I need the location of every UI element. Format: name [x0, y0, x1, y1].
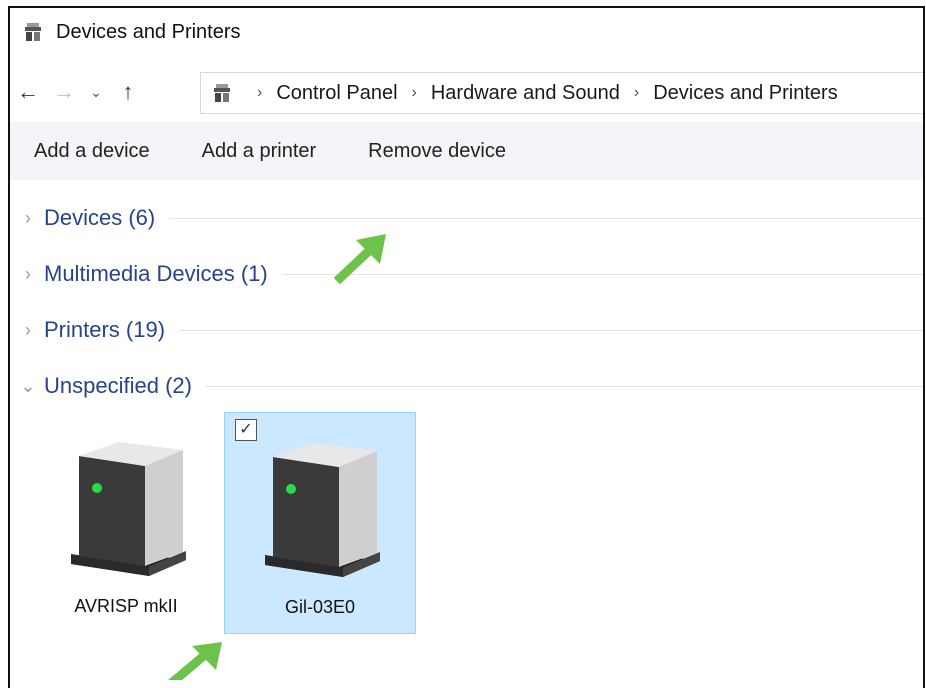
- breadcrumb-devices-and-printers[interactable]: Devices and Printers: [653, 82, 838, 105]
- window: Devices and Printers ← → ⌄ ↑ › Control P…: [8, 6, 925, 688]
- up-button[interactable]: ↑: [110, 72, 146, 112]
- navigation-bar: ← → ⌄ ↑ › Control Panel › Hardware and S…: [10, 68, 923, 116]
- breadcrumb-hardware-and-sound[interactable]: Hardware and Sound: [431, 82, 620, 105]
- group-divider: [179, 329, 923, 331]
- annotation-arrow-icon: [334, 234, 386, 284]
- remove-device-button[interactable]: Remove device: [368, 140, 506, 163]
- device-tiles: AVRISP mkII ✓ Gil-03E0: [10, 412, 923, 652]
- device-label[interactable]: Gil-03E0: [285, 597, 355, 618]
- forward-button[interactable]: →: [46, 72, 82, 112]
- devices-printers-icon: [214, 84, 230, 102]
- group-unspecified[interactable]: ⌄ Unspecified (2): [10, 358, 923, 414]
- window-title: Devices and Printers: [56, 20, 241, 43]
- add-device-button[interactable]: Add a device: [34, 140, 150, 163]
- breadcrumb-separator[interactable]: ›: [634, 84, 639, 102]
- breadcrumb-control-panel[interactable]: Control Panel: [276, 82, 397, 105]
- group-printers[interactable]: › Printers (19): [10, 302, 923, 358]
- group-devices[interactable]: › Devices (6): [10, 190, 923, 246]
- group-title[interactable]: Multimedia Devices (1): [44, 261, 268, 287]
- chevron-down-icon[interactable]: ⌄: [16, 376, 40, 397]
- back-button[interactable]: ←: [10, 72, 46, 112]
- device-groups: › Devices (6) › Multimedia Devices (1) ›…: [10, 190, 923, 414]
- annotation-arrow-icon: [168, 642, 222, 680]
- chevron-right-icon[interactable]: ›: [16, 208, 40, 229]
- device-tile-gil-03e0[interactable]: ✓ Gil-03E0: [224, 412, 416, 634]
- group-divider: [169, 217, 923, 219]
- chevron-right-icon[interactable]: ›: [16, 264, 40, 285]
- group-title[interactable]: Printers (19): [44, 317, 165, 343]
- group-title[interactable]: Devices (6): [44, 205, 155, 231]
- computer-tower-icon: [71, 442, 186, 576]
- title-bar: Devices and Printers: [10, 8, 923, 56]
- add-printer-button[interactable]: Add a printer: [202, 140, 317, 163]
- breadcrumb-separator[interactable]: ›: [257, 84, 262, 102]
- device-tile-avrisp[interactable]: AVRISP mkII: [30, 412, 222, 634]
- command-bar: Add a device Add a printer Remove device: [10, 122, 923, 180]
- recent-locations-button[interactable]: ⌄: [82, 72, 110, 112]
- group-divider: [205, 385, 923, 387]
- address-bar[interactable]: › Control Panel › Hardware and Sound › D…: [200, 72, 923, 114]
- selection-checkbox[interactable]: ✓: [235, 419, 257, 441]
- chevron-right-icon[interactable]: ›: [16, 320, 40, 341]
- breadcrumb-separator[interactable]: ›: [412, 84, 417, 102]
- group-title[interactable]: Unspecified (2): [44, 373, 192, 399]
- device-label[interactable]: AVRISP mkII: [74, 596, 177, 617]
- group-multimedia-devices[interactable]: › Multimedia Devices (1): [10, 246, 923, 302]
- devices-printers-icon: [25, 23, 41, 41]
- computer-tower-icon: [265, 443, 380, 577]
